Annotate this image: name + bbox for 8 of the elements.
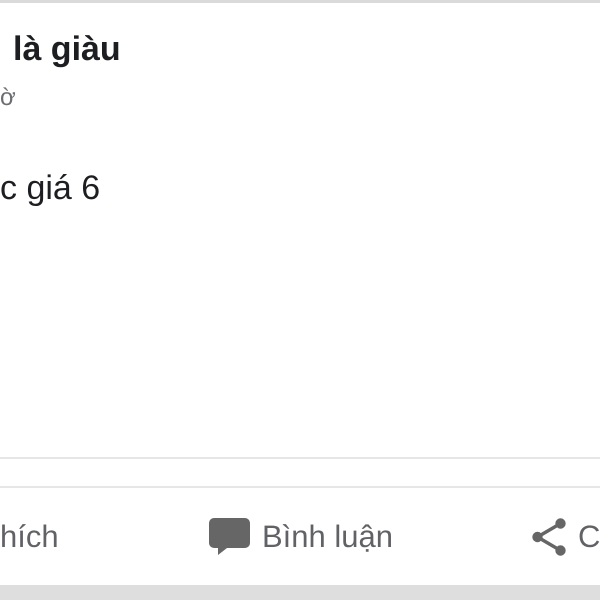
author-name: là giàu [13, 29, 121, 69]
share-icon [532, 518, 566, 556]
share-button[interactable]: C [532, 518, 600, 556]
comment-button[interactable]: Bình luận [209, 518, 393, 556]
speech-bubble-icon [209, 518, 250, 555]
post-text: c giá 6 [0, 168, 100, 208]
like-button[interactable]: hích [0, 518, 59, 556]
post-time: ờ [0, 84, 16, 112]
